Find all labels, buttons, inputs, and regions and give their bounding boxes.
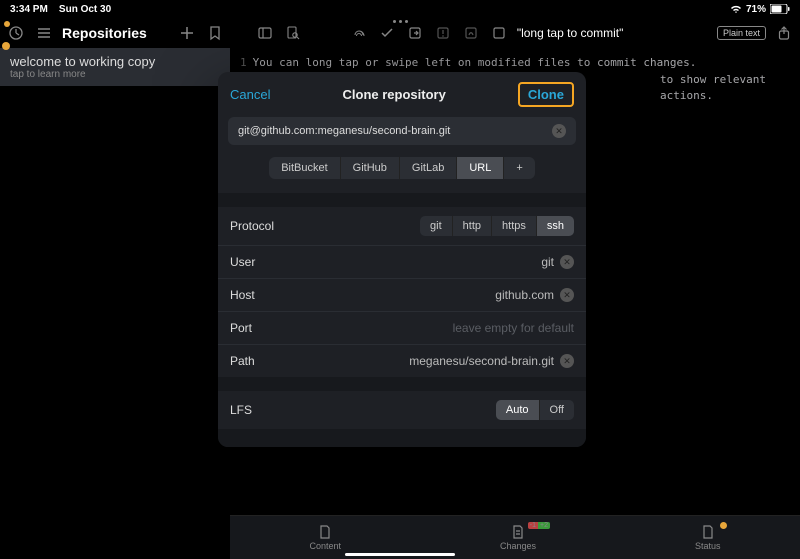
row-user[interactable]: User git ✕ <box>218 246 586 279</box>
bookmark-icon[interactable] <box>205 23 225 43</box>
plain-text-button[interactable]: Plain text <box>717 26 766 40</box>
status-left: 3:34 PM Sun Oct 30 <box>10 4 111 15</box>
user-value: git <box>541 255 554 269</box>
battery-percent: 71% <box>746 4 766 15</box>
protocol-http[interactable]: http <box>453 216 492 236</box>
modal-title: Clone repository <box>343 87 446 102</box>
status-right: 71% <box>730 4 790 15</box>
action3-icon[interactable] <box>461 23 481 43</box>
action4-icon[interactable] <box>489 23 509 43</box>
tab-content-label: Content <box>309 541 341 551</box>
battery-icon <box>770 4 790 14</box>
clone-url-input[interactable]: git@github.com:meganesu/second-brain.git… <box>228 117 576 145</box>
multitask-dots-icon[interactable] <box>0 20 800 23</box>
tab-changes-label: Changes <box>500 541 536 551</box>
lfs-segmented: Auto Off <box>496 400 574 420</box>
lfs-label: LFS <box>230 403 252 417</box>
checkmark-icon[interactable] <box>377 23 397 43</box>
share-icon[interactable] <box>774 23 794 43</box>
bottom-tab-bar: Content -1+2 Changes Status <box>230 515 800 559</box>
add-icon[interactable] <box>177 23 197 43</box>
row-port[interactable]: Port leave empty for default <box>218 312 586 345</box>
home-indicator[interactable] <box>345 553 455 556</box>
search-file-icon[interactable] <box>283 23 303 43</box>
row-host[interactable]: Host github.com ✕ <box>218 279 586 312</box>
path-value: meganesu/second-brain.git <box>409 354 554 368</box>
editor-line-1: You can long tap or swipe left on modifi… <box>253 56 697 69</box>
row-protocol: Protocol git http https ssh <box>218 207 586 246</box>
protocol-git[interactable]: git <box>420 216 453 236</box>
protocol-segmented: git http https ssh <box>420 216 574 236</box>
clone-button[interactable]: Clone <box>518 82 574 107</box>
status-icon <box>700 524 716 540</box>
tab-content[interactable]: Content <box>309 524 341 551</box>
wifi-icon <box>730 4 742 14</box>
cancel-button[interactable]: Cancel <box>230 87 270 102</box>
document-icon <box>317 524 333 540</box>
protocol-https[interactable]: https <box>492 216 537 236</box>
tab-bitbucket[interactable]: BitBucket <box>269 157 340 179</box>
lfs-auto[interactable]: Auto <box>496 400 540 420</box>
clear-input-icon[interactable]: ✕ <box>552 124 566 138</box>
repositories-title: Repositories <box>62 25 147 41</box>
status-badge-dot <box>720 522 727 529</box>
notification-dot-icon <box>2 42 10 50</box>
sidebar-item-welcome[interactable]: welcome to working copy tap to learn mor… <box>0 48 230 86</box>
tab-changes[interactable]: -1+2 Changes <box>500 524 536 551</box>
protocol-ssh[interactable]: ssh <box>537 216 574 236</box>
app-menu-icon[interactable] <box>6 23 26 43</box>
tab-github[interactable]: GitHub <box>341 157 400 179</box>
action2-icon[interactable] <box>433 23 453 43</box>
status-date: Sun Oct 30 <box>59 4 111 15</box>
status-bar: 3:34 PM Sun Oct 30 71% <box>0 0 800 18</box>
port-placeholder: leave empty for default <box>453 321 574 335</box>
status-time: 3:34 PM <box>10 4 48 15</box>
line-number: 1 <box>240 56 247 69</box>
clear-user-icon[interactable]: ✕ <box>560 255 574 269</box>
welcome-title: welcome to working copy <box>10 54 220 69</box>
changes-badge: -1+2 <box>528 522 550 529</box>
host-label: Host <box>230 288 255 302</box>
user-label: User <box>230 255 255 269</box>
clear-path-icon[interactable]: ✕ <box>560 354 574 368</box>
host-value: github.com <box>495 288 554 302</box>
clone-repository-modal: Cancel Clone repository Clone git@github… <box>218 72 586 447</box>
clear-host-icon[interactable]: ✕ <box>560 288 574 302</box>
tab-url[interactable]: URL <box>457 157 504 179</box>
tab-status[interactable]: Status <box>695 524 721 551</box>
lfs-off[interactable]: Off <box>540 400 574 420</box>
action1-icon[interactable] <box>405 23 425 43</box>
row-lfs: LFS Auto Off <box>218 391 586 429</box>
sidebar-toggle-icon[interactable] <box>255 23 275 43</box>
port-label: Port <box>230 321 252 335</box>
protocol-label: Protocol <box>230 219 274 233</box>
tab-add-source[interactable]: + <box>504 157 534 179</box>
editor-line-2: to show relevant actions. <box>660 73 766 103</box>
tab-status-label: Status <box>695 541 721 551</box>
path-label: Path <box>230 354 255 368</box>
diff-icon <box>510 524 526 540</box>
menu-lines-icon[interactable] <box>34 23 54 43</box>
fingerprint-icon[interactable] <box>349 23 369 43</box>
document-title: "long tap to commit" <box>517 26 624 40</box>
clone-url-value: git@github.com:meganesu/second-brain.git <box>238 125 552 137</box>
tab-gitlab[interactable]: GitLab <box>400 157 457 179</box>
source-segmented-control: BitBucket GitHub GitLab URL + <box>269 157 535 179</box>
welcome-subtitle: tap to learn more <box>10 69 220 80</box>
row-path[interactable]: Path meganesu/second-brain.git ✕ <box>218 345 586 377</box>
